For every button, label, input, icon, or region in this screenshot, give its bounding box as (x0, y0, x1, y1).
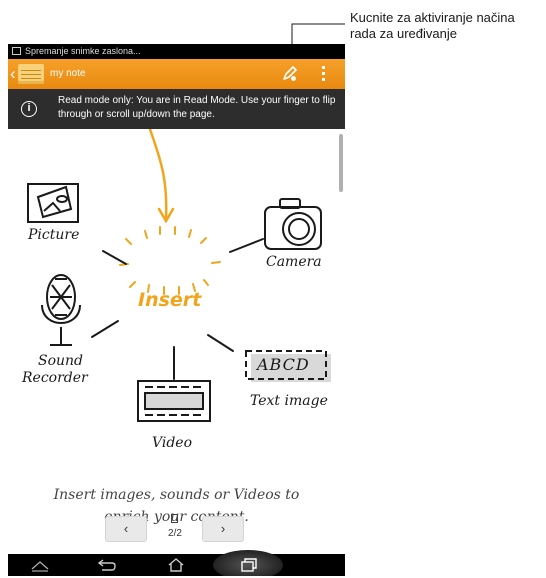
tagline-line-1: Insert images, sounds or Videos to (53, 487, 300, 503)
picture-icon (27, 183, 79, 223)
camera-icon (264, 198, 322, 250)
film-icon (137, 380, 211, 422)
status-bar: Spremanje snimke zaslona... (8, 44, 345, 59)
tablet-screen: Spremanje snimke zaslona... ‹ my note i … (8, 44, 345, 576)
back-chevron-icon[interactable]: ‹ (10, 64, 16, 84)
text-image-box-label: ABCD (257, 355, 310, 374)
system-nav-bar (8, 550, 345, 576)
info-icon: i (21, 101, 37, 117)
status-text: Spremanje snimke zaslona... (25, 46, 141, 56)
sound-label-line2: Recorder (22, 370, 88, 386)
insert-arrow (148, 129, 175, 224)
edit-mode-callout: Kucnite za aktiviranje načina rada za ur… (350, 10, 546, 42)
text-image-label: Text image (250, 393, 328, 409)
callout-line-2: rada za uređivanje (350, 26, 457, 41)
note-page[interactable]: Insert Picture Camera Sound Recorder ABC… (8, 129, 345, 554)
screenshot-icon (12, 47, 21, 55)
picture-label: Picture (28, 227, 80, 243)
callout-line-1: Kucnite za aktiviranje načina (350, 10, 515, 25)
collapse-icon[interactable] (20, 554, 60, 576)
action-bar: ‹ my note (8, 59, 345, 89)
read-mode-banner: i Read mode only: You are in Read Mode. … (8, 89, 345, 129)
video-label: Video (152, 435, 193, 451)
note-title: my note (50, 68, 86, 79)
microphone-icon (41, 274, 81, 346)
back-icon[interactable] (86, 554, 126, 576)
read-mode-message: Read mode only: You are in Read Mode. Us… (58, 95, 336, 120)
previous-page-button[interactable]: ‹ (105, 516, 147, 542)
page-icon (171, 514, 178, 523)
next-page-button[interactable]: › (202, 516, 244, 542)
page-navigator: ‹ 2/2 › (8, 514, 345, 550)
insert-rays (119, 226, 221, 295)
recent-apps-icon[interactable] (228, 554, 268, 576)
overflow-menu-icon[interactable] (320, 65, 326, 83)
edit-pen-icon[interactable] (278, 63, 300, 85)
camera-label: Camera (266, 254, 322, 270)
page-number: 2/2 (168, 528, 182, 539)
sound-label-line1: Sound (38, 353, 84, 369)
home-icon[interactable] (156, 554, 196, 576)
note-app-icon[interactable] (18, 64, 44, 84)
insert-label: Insert (138, 289, 202, 311)
